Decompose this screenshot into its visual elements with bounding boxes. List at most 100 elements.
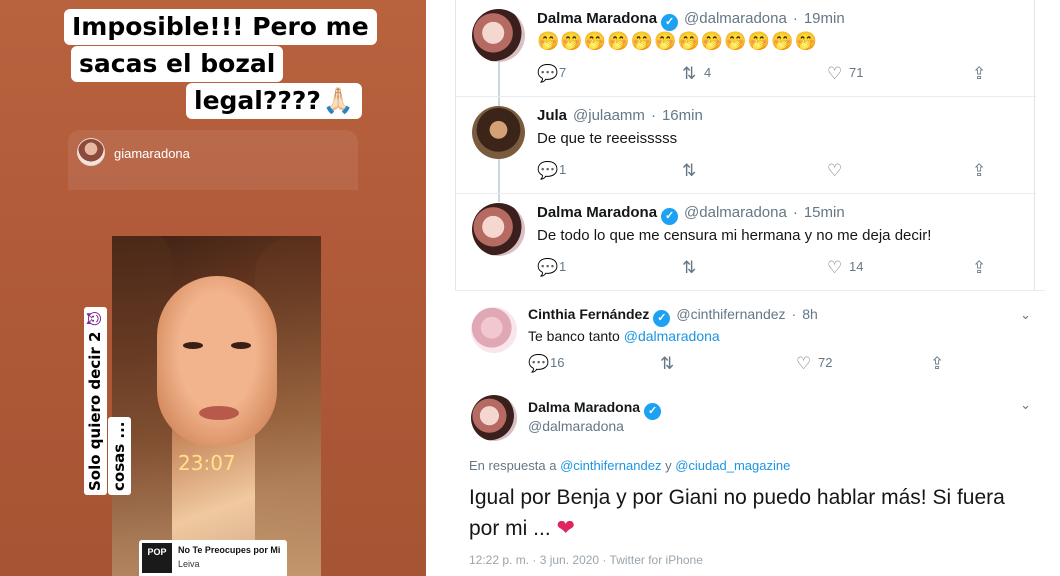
heart-icon: ♡ [796, 354, 812, 373]
tweet-separator-dot: · [792, 204, 798, 221]
story-time-sticker: 23:07 [178, 451, 236, 475]
verified-badge-icon: ✓ [644, 403, 662, 420]
tweet-time[interactable]: 16min [662, 107, 703, 124]
reply-icon: 💬 [537, 64, 559, 83]
reply-button[interactable]: 💬1 [537, 161, 566, 181]
reply-button[interactable]: 💬7 [537, 64, 566, 84]
like-count: 71 [849, 65, 864, 80]
verified-badge-icon: ✓ [653, 310, 671, 327]
handle[interactable]: @dalmaradona [684, 204, 787, 221]
avatar[interactable] [471, 395, 517, 441]
retweet-icon: ⇅ [682, 64, 697, 83]
share-button[interactable]: ⇪ [972, 258, 994, 278]
display-name[interactable]: Dalma Maradona [537, 10, 657, 27]
in-reply-prefix: En respuesta a [469, 458, 557, 473]
vertical-text-rotated: Solo quiero decir 2 😈 cosas ... [82, 306, 132, 495]
song-title: No Te Preocupes por Mi [178, 545, 281, 555]
shared-post-username[interactable]: giamaradona [114, 146, 190, 161]
reply-count: 1 [559, 162, 567, 177]
avatar[interactable] [471, 307, 517, 353]
avatar[interactable] [472, 9, 525, 62]
tweet-2[interactable]: Jula @julaamm · 16min De que te reeeisssss … [456, 97, 1036, 194]
tweet-actions: 💬16 ⇅ ♡ 72 ⇪ [528, 354, 958, 374]
share-icon: ⇪ [972, 161, 987, 180]
display-name[interactable]: Dalma Maradona [528, 399, 640, 415]
share-button[interactable]: ⇪ [972, 161, 994, 181]
tweet-time[interactable]: 19min [804, 10, 845, 27]
like-count: 14 [849, 259, 864, 274]
like-button[interactable]: ♡ 71 [827, 64, 863, 84]
mention-link[interactable]: @ciudad_magazine [675, 458, 790, 473]
photo-mouth [199, 406, 239, 420]
vertical-text-line-1: Solo quiero decir 2 😈 [84, 306, 107, 495]
devil-icon: 😈 [86, 310, 104, 327]
vertical-text-line-2: cosas ... [108, 417, 131, 495]
story-caption-line-1: Imposible!!! Pero me [64, 9, 377, 45]
mention-link[interactable]: @cinthifernandez [560, 458, 661, 473]
avatar[interactable] [472, 203, 525, 256]
handle[interactable]: @dalmaradona [684, 10, 787, 27]
shared-post-card[interactable]: giamaradona [68, 130, 358, 190]
tweet-text-body: Igual por Benja y por Giani no puedo hab… [469, 486, 1005, 540]
story-caption-line-3: legal????🙏🏻 [186, 83, 363, 119]
in-reply-join: y [665, 458, 672, 473]
avatar[interactable] [472, 106, 525, 159]
reply-count: 16 [550, 355, 565, 370]
in-reply-to: En respuesta a @cinthifernandez y @ciuda… [469, 458, 790, 473]
verified-badge-icon: ✓ [661, 208, 679, 225]
tweet-actions: 💬7 ⇅ 4 ♡ 71 ⇪ [537, 64, 1017, 84]
tweet-3[interactable]: Dalma Maradona ✓ @dalmaradona · 15min De tod… [456, 194, 1036, 291]
retweet-icon: ⇅ [660, 354, 675, 373]
tweet-actions: 💬1 ⇅ ♡ ⇪ [537, 161, 1017, 181]
reply-conversation: Cinthia Fernández ✓ @cinthifernandez · 8h ⌄ … [455, 290, 1045, 576]
tweet-time[interactable]: 15min [804, 204, 845, 221]
tweet-actions: 💬1 ⇅ ♡ 14 ⇪ [537, 258, 1017, 278]
like-button[interactable]: ♡ [827, 161, 849, 181]
share-button[interactable]: ⇪ [930, 354, 952, 374]
mention-link[interactable]: @dalmaradona [624, 328, 720, 344]
retweet-button[interactable]: ⇅ [682, 161, 704, 181]
handle[interactable]: @dalmaradona [528, 418, 624, 434]
display-name[interactable]: Dalma Maradona [537, 204, 657, 221]
reply-button[interactable]: 💬1 [537, 258, 566, 278]
chevron-down-icon[interactable]: ⌄ [1020, 397, 1031, 413]
handle[interactable]: @cinthifernandez [676, 306, 785, 322]
share-button[interactable]: ⇪ [972, 64, 994, 84]
shared-post-avatar[interactable] [77, 138, 105, 166]
like-button[interactable]: ♡ 14 [827, 258, 863, 278]
tweet-text: 🤭🤭🤭🤭🤭🤭🤭🤭🤭🤭🤭🤭 [537, 31, 818, 51]
album-cover-icon: POP [142, 543, 172, 573]
reply-button[interactable]: 💬16 [528, 354, 564, 374]
vertical-text-sticker: Solo quiero decir 2 😈 cosas ... [32, 306, 131, 495]
image-gutter [426, 0, 455, 576]
retweet-button[interactable]: ⇅ [682, 258, 704, 278]
display-name[interactable]: Cinthia Fernández [528, 306, 649, 322]
display-name[interactable]: Jula [537, 107, 567, 124]
retweet-icon: ⇅ [682, 161, 697, 180]
retweet-count: 4 [704, 65, 712, 80]
heart-icon: ♡ [827, 161, 843, 180]
reply-icon: 💬 [528, 354, 550, 373]
like-button[interactable]: ♡ 72 [796, 354, 832, 374]
retweet-icon: ⇅ [682, 258, 697, 277]
tweet-separator-dot: · [792, 10, 798, 27]
reply-count: 7 [559, 65, 567, 80]
music-sticker[interactable]: POP No Te Preocupes por Mi Leiva [139, 540, 287, 576]
handle[interactable]: @julaamm [573, 107, 645, 124]
photo-face [157, 276, 277, 446]
red-heart-icon: ❤ [556, 515, 575, 540]
share-icon: ⇪ [972, 258, 987, 277]
tweet-time[interactable]: 8h [802, 306, 818, 322]
tweet-1[interactable]: Dalma Maradona ✓ @dalmaradona · 19min 🤭🤭🤭🤭🤭🤭… [456, 0, 1036, 97]
tweet-footer-meta[interactable]: 12:22 p. m. · 3 jun. 2020 · Twitter for … [469, 553, 703, 567]
retweet-button[interactable]: ⇅ [660, 354, 682, 374]
instagram-story: Imposible!!! Pero me sacas el bozal lega… [0, 0, 426, 576]
tweet-header: Jula @julaamm · 16min [537, 107, 703, 124]
tweet-thread: Dalma Maradona ✓ @dalmaradona · 19min 🤭🤭🤭🤭🤭🤭… [455, 0, 1036, 291]
heart-icon: ♡ [827, 64, 843, 83]
share-icon: ⇪ [930, 354, 945, 373]
retweet-button[interactable]: ⇅ 4 [682, 64, 711, 84]
chevron-down-icon[interactable]: ⌄ [1020, 307, 1031, 323]
tweet-text-prefix: Te banco tanto [528, 328, 620, 344]
tweet-header: Dalma Maradona ✓ @dalmaradona · 19min [537, 10, 845, 31]
